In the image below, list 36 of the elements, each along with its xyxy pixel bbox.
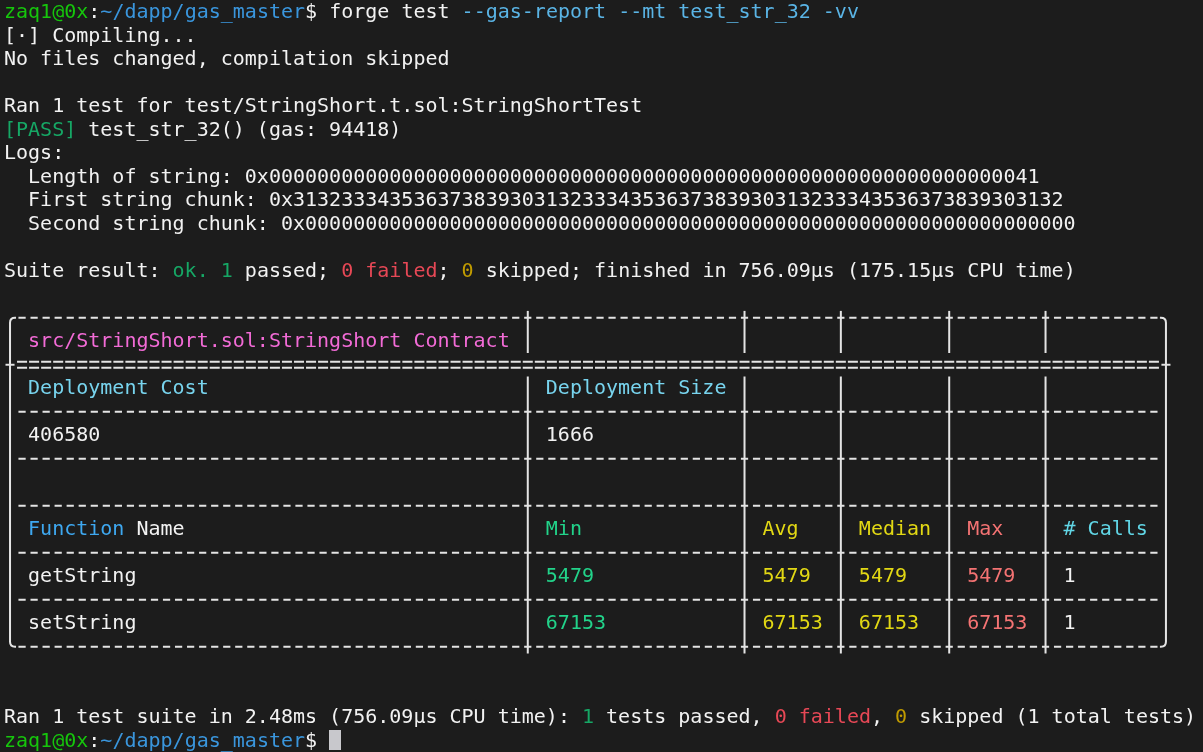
deployment-value: 1666 [545, 422, 594, 446]
column-header: Max [967, 516, 1004, 540]
avg-gas-value: 67153 [762, 610, 823, 634]
column-header: Median [858, 516, 932, 540]
output-line: [·] Compiling... [4, 22, 197, 47]
column-header: # Calls [1063, 516, 1148, 540]
column-header: Avg [762, 516, 799, 540]
avg-gas-value: 5479 [762, 563, 811, 587]
column-header: Deployment Cost [28, 375, 209, 399]
log-line: Second string chunk: 0x0000000000000000000000000000000000000000000000000000000000000000 [28, 210, 1076, 235]
column-header: Deployment Size [545, 375, 727, 399]
call-count: 1 [1063, 563, 1076, 587]
column-header: Min [545, 516, 582, 540]
median-gas-value: 5479 [858, 563, 907, 587]
max-gas-value: 67153 [967, 610, 1028, 634]
prompt: zaq1@0x:~/dapp/gas_master$ [4, 728, 318, 752]
cursor-icon [329, 730, 342, 751]
output-line: No files changed, compilation skipped [4, 46, 450, 70]
contract-name: src/StringShort.sol:StringShort Contract [28, 328, 510, 352]
command-line: zaq1@0x:~/dapp/gas_master$ forge test --gas-report --mt test_str_32 -vv [4, 0, 859, 23]
min-gas-value: 67153 [545, 610, 607, 634]
output-line: Ran 1 test for test/StringShort.t.sol:StringShortTest [4, 93, 643, 117]
log-line: First string chunk: 0x3132333435363738393031323334353637383930313233343536373839303132 [28, 187, 1064, 211]
min-gas-value: 5479 [545, 563, 594, 587]
deployment-value: 406580 [28, 422, 101, 446]
call-count: 1 [1063, 610, 1076, 634]
output-line: Logs: [4, 140, 65, 164]
max-gas-value: 5479 [967, 563, 1016, 587]
function-name: getString [28, 563, 137, 587]
suite-result-line: Suite result: ok. 1 passed; 0 failed; 0 skipped; finished in 756.09µs (175.15µs CPU time) [4, 257, 1076, 282]
function-name: setString [28, 610, 137, 634]
column-header: Function Name [28, 516, 185, 540]
log-line: Length of string: 0x0000000000000000000000000000000000000000000000000000000000000041 [28, 163, 1040, 188]
median-gas-value: 67153 [858, 610, 920, 634]
test-result-line: [PASS] test_str_32() (gas: 94418) [4, 116, 402, 141]
summary-line: Ran 1 test suite in 2.48ms (756.09µs CPU time): 1 tests passed, 0 failed, 0 skipped (1 total tests) [4, 704, 1197, 728]
